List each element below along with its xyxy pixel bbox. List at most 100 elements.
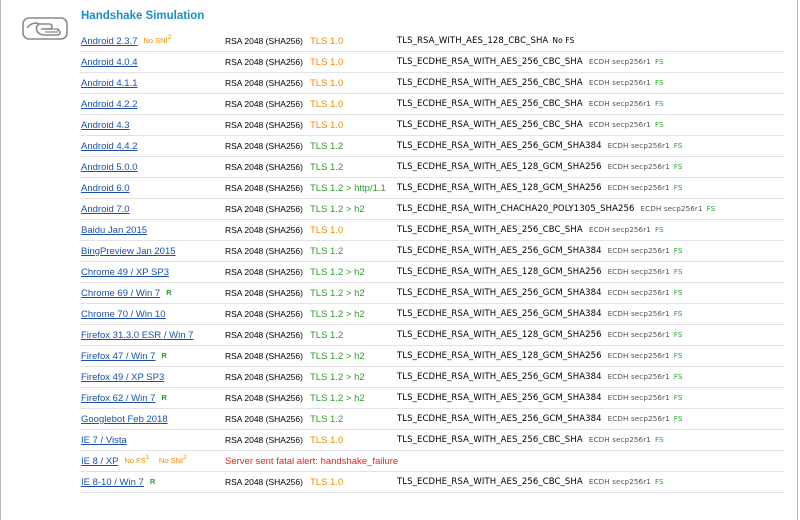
certificate-info: RSA 2048 (SHA256) <box>225 477 303 487</box>
cipher-name: TLS_ECDHE_RSA_WITH_AES_256_CBC_SHA <box>397 78 583 88</box>
client-link[interactable]: Android 4.1.1 <box>81 78 138 89</box>
protocol-version: TLS 1.2 > h2 <box>310 393 365 404</box>
forward-secrecy-badge: FS <box>654 78 664 87</box>
cipher-suite: TLS_ECDHE_RSA_WITH_AES_256_CBC_SHA ECDH s… <box>397 120 664 130</box>
certificate-info: RSA 2048 (SHA256) <box>225 351 303 361</box>
key-exchange: ECDH secp256r1 <box>607 246 670 255</box>
table-row: Firefox 62 / Win 7 R RSA 2048 (SHA256) TLS … <box>79 388 784 409</box>
client-link[interactable]: Android 6.0 <box>81 183 130 194</box>
client-link[interactable]: Firefox 49 / XP SP3 <box>81 372 164 383</box>
cipher-suite: TLS_ECDHE_RSA_WITH_AES_256_CBC_SHA ECDH s… <box>397 57 664 67</box>
cipher-suite: TLS_ECDHE_RSA_WITH_AES_256_GCM_SHA384 ECD… <box>397 141 683 151</box>
client-flag-text: No FS <box>124 456 146 465</box>
table-row: Android 4.1.1 RSA 2048 (SHA256) TLS 1.0 TLS… <box>79 73 784 94</box>
protocol-version: TLS 1.2 <box>310 141 344 152</box>
cipher-suite: TLS_ECDHE_RSA_WITH_AES_128_GCM_SHA256 ECD… <box>397 183 683 193</box>
table-row: Firefox 31.3.0 ESR / Win 7 RSA 2048 (SHA2… <box>79 325 784 346</box>
protocol-version: TLS 1.2 > h2 <box>310 288 365 299</box>
forward-secrecy-badge: FS <box>673 309 683 318</box>
forward-secrecy-badge: FS <box>654 225 664 234</box>
client-link[interactable]: Baidu Jan 2015 <box>81 225 147 236</box>
key-exchange: ECDH secp256r1 <box>607 141 670 150</box>
cipher-name: TLS_ECDHE_RSA_WITH_AES_256_GCM_SHA384 <box>397 246 602 256</box>
certificate-info: RSA 2048 (SHA256) <box>225 57 303 67</box>
table-row: IE 8-10 / Win 7 R RSA 2048 (SHA256) TLS 1.0… <box>79 472 784 493</box>
table-row: IE 8 / XP No FS1 No SNI2 Server sent fatal … <box>79 451 784 472</box>
certificate-info: RSA 2048 (SHA256) <box>225 288 303 298</box>
key-exchange: ECDH secp256r1 <box>607 162 670 171</box>
client-link[interactable]: Android 4.0.4 <box>81 57 138 68</box>
client-link[interactable]: IE 8-10 / Win 7 <box>81 477 144 488</box>
client-flag: R <box>161 393 166 402</box>
protocol-version: TLS 1.2 <box>310 330 344 341</box>
cipher-suite: TLS_ECDHE_RSA_WITH_AES_256_CBC_SHA ECDH s… <box>397 225 664 235</box>
client-link[interactable]: Firefox 62 / Win 7 <box>81 393 155 404</box>
cipher-name: TLS_ECDHE_RSA_WITH_AES_128_GCM_SHA256 <box>397 330 602 340</box>
certificate-info: RSA 2048 (SHA256) <box>225 414 303 424</box>
handshake-error: Server sent fatal alert: handshake_failu… <box>225 456 399 467</box>
client-link[interactable]: Android 4.2.2 <box>81 99 138 110</box>
certificate-info: RSA 2048 (SHA256) <box>225 330 303 340</box>
protocol-version: TLS 1.2 > http/1.1 <box>310 183 386 194</box>
client-flag: No SNI2 <box>143 34 172 45</box>
client-link[interactable]: IE 7 / Vista <box>81 435 127 446</box>
client-link[interactable]: Android 5.0.0 <box>81 162 138 173</box>
protocol-version: TLS 1.0 <box>310 435 344 446</box>
client-link[interactable]: Chrome 49 / XP SP3 <box>81 267 169 278</box>
certificate-info: RSA 2048 (SHA256) <box>225 141 303 151</box>
table-row: Android 4.3 RSA 2048 (SHA256) TLS 1.0 TLS_E… <box>79 115 784 136</box>
cipher-suite: TLS_ECDHE_RSA_WITH_AES_128_GCM_SHA256 ECD… <box>397 351 683 361</box>
protocol-version: TLS 1.0 <box>310 225 344 236</box>
client-link[interactable]: Chrome 70 / Win 10 <box>81 309 165 320</box>
client-link[interactable]: Android 4.4.2 <box>81 141 138 152</box>
handshake-icon <box>22 17 68 40</box>
table-row: Chrome 49 / XP SP3 RSA 2048 (SHA256) TLS 1… <box>79 262 784 283</box>
client-link[interactable]: IE 8 / XP <box>81 456 119 467</box>
cipher-suite: TLS_ECDHE_RSA_WITH_AES_256_CBC_SHA ECDH s… <box>397 78 664 88</box>
client-link[interactable]: Android 7.0 <box>81 204 130 215</box>
client-link[interactable]: Firefox 47 / Win 7 <box>81 351 155 362</box>
table-row: Chrome 70 / Win 10 RSA 2048 (SHA256) TLS 1… <box>79 304 784 325</box>
table-row: IE 7 / Vista RSA 2048 (SHA256) TLS 1.0 TLS_… <box>79 430 784 451</box>
cipher-name: TLS_RSA_WITH_AES_128_CBC_SHA <box>397 36 549 46</box>
certificate-info: RSA 2048 (SHA256) <box>225 393 303 403</box>
client-link[interactable]: BingPreview Jan 2015 <box>81 246 176 257</box>
client-flag: R <box>166 288 171 297</box>
key-exchange: ECDH secp256r1 <box>607 183 670 192</box>
cipher-suite: TLS_ECDHE_RSA_WITH_AES_256_GCM_SHA384 ECD… <box>397 414 683 424</box>
forward-secrecy-badge: FS <box>654 99 664 108</box>
cipher-name: TLS_ECDHE_RSA_WITH_AES_256_GCM_SHA384 <box>397 141 602 151</box>
protocol-version: TLS 1.0 <box>310 78 344 89</box>
forward-secrecy-badge: FS <box>673 351 683 360</box>
cipher-suite: TLS_ECDHE_RSA_WITH_AES_256_GCM_SHA384 ECD… <box>397 288 683 298</box>
cipher-suite: TLS_ECDHE_RSA_WITH_AES_256_GCM_SHA384 ECD… <box>397 246 683 256</box>
client-link[interactable]: Chrome 69 / Win 7 <box>81 288 160 299</box>
client-flag-text: R <box>161 351 167 360</box>
client-flag-text: R <box>149 477 156 486</box>
certificate-info: RSA 2048 (SHA256) <box>225 183 303 193</box>
certificate-info: RSA 2048 (SHA256) <box>225 120 303 130</box>
client-flag-text: No SNI <box>143 36 168 45</box>
key-exchange: ECDH secp256r1 <box>607 267 670 276</box>
client-flag-footnote: 2 <box>183 454 187 461</box>
table-row: Android 4.0.4 RSA 2048 (SHA256) TLS 1.0 TLS… <box>79 52 784 73</box>
certificate-info: RSA 2048 (SHA256) <box>225 162 303 172</box>
cipher-name: TLS_ECDHE_RSA_WITH_AES_256_GCM_SHA384 <box>397 288 602 298</box>
key-exchange: ECDH secp256r1 <box>607 288 670 297</box>
cipher-name: TLS_ECDHE_RSA_WITH_AES_128_GCM_SHA256 <box>397 183 602 193</box>
client-link[interactable]: Firefox 31.3.0 ESR / Win 7 <box>81 330 193 341</box>
client-link[interactable]: Android 2.3.7 <box>81 36 138 47</box>
cipher-name: TLS_ECDHE_RSA_WITH_AES_128_GCM_SHA256 <box>397 351 602 361</box>
certificate-info: RSA 2048 (SHA256) <box>225 309 303 319</box>
table-row: Android 2.3.7 No SNI2 RSA 2048 (SHA256) TLS… <box>79 31 784 52</box>
table-row: Chrome 69 / Win 7 R RSA 2048 (SHA256) TLS 1… <box>79 283 784 304</box>
client-flag-footnote: 1 <box>145 454 150 461</box>
cipher-suite: TLS_ECDHE_RSA_WITH_AES_256_GCM_SHA384 ECD… <box>397 309 683 319</box>
key-exchange: ECDH secp256r1 <box>607 414 670 423</box>
key-exchange: ECDH secp256r1 <box>607 351 670 360</box>
protocol-version: TLS 1.0 <box>310 477 344 488</box>
client-link[interactable]: Googlebot Feb 2018 <box>81 414 168 425</box>
client-link[interactable]: Android 4.3 <box>81 120 130 131</box>
table-row: Android 5.0.0 RSA 2048 (SHA256) TLS 1.2 TLS… <box>79 157 784 178</box>
cipher-suite: TLS_ECDHE_RSA_WITH_AES_128_GCM_SHA256 ECD… <box>397 267 683 277</box>
